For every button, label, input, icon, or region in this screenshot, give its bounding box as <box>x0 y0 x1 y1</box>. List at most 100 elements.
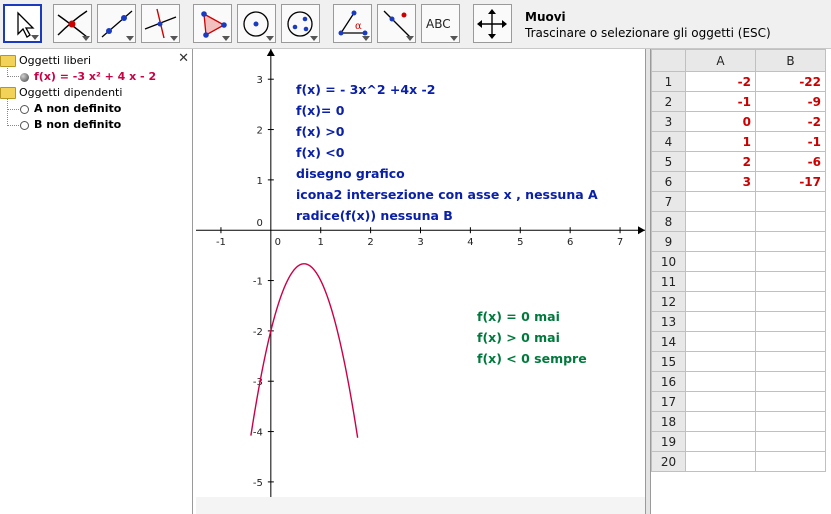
row-header[interactable]: 16 <box>651 371 686 392</box>
visibility-ball-icon[interactable] <box>20 72 29 82</box>
cell-b[interactable] <box>755 291 826 312</box>
algebra-item-function[interactable]: f(x) = -3 x² + 4 x - 2 <box>20 69 156 85</box>
text-tool-button[interactable]: ABC <box>421 4 460 43</box>
cell-a[interactable]: 3 <box>685 171 756 192</box>
algebra-item-point-b[interactable]: B non definito <box>20 117 121 133</box>
note-equal-zero[interactable]: f(x)= 0 <box>296 103 344 118</box>
x-tick-label: 7 <box>617 237 623 248</box>
reflect-tool-button[interactable] <box>377 4 416 43</box>
table-row: 3 0 -2 <box>651 111 826 132</box>
row-header[interactable]: 2 <box>651 91 686 112</box>
row-header[interactable]: 9 <box>651 231 686 252</box>
line-tool-button[interactable] <box>97 4 136 43</box>
note-never-positive[interactable]: f(x) > 0 mai <box>477 330 560 345</box>
row-header[interactable]: 7 <box>651 191 686 212</box>
table-row: 14 <box>651 331 826 352</box>
row-header[interactable]: 20 <box>651 451 686 472</box>
note-less-zero[interactable]: f(x) <0 <box>296 145 344 160</box>
cell-a[interactable] <box>685 231 756 252</box>
cell-b[interactable] <box>755 211 826 232</box>
cell-b[interactable]: -17 <box>755 171 826 192</box>
cell-b[interactable] <box>755 411 826 432</box>
polygon-tool-button[interactable] <box>193 4 232 43</box>
note-draw-graph[interactable]: disegno grafico <box>296 166 405 181</box>
cell-a[interactable] <box>685 331 756 352</box>
cell-b[interactable] <box>755 391 826 412</box>
row-header[interactable]: 6 <box>651 171 686 192</box>
cell-a[interactable] <box>685 351 756 372</box>
cell-a[interactable] <box>685 271 756 292</box>
close-icon[interactable]: ✕ <box>178 51 189 66</box>
cell-a[interactable] <box>685 291 756 312</box>
corner-cell[interactable] <box>651 49 686 72</box>
cell-a[interactable] <box>685 411 756 432</box>
y-tick-label: -2 <box>253 327 263 338</box>
row-header[interactable]: 18 <box>651 411 686 432</box>
cell-a[interactable] <box>685 251 756 272</box>
move-view-tool-button[interactable] <box>473 4 512 43</box>
cell-b[interactable] <box>755 431 826 452</box>
column-header[interactable]: A <box>685 49 756 72</box>
table-row: 9 <box>651 231 826 252</box>
cell-a[interactable] <box>685 211 756 232</box>
row-header[interactable]: 12 <box>651 291 686 312</box>
point-tool-button[interactable] <box>53 4 92 43</box>
algebra-item-point-a[interactable]: A non definito <box>20 101 121 117</box>
folder-free-objects[interactable]: Oggetti liberi <box>0 53 91 69</box>
column-header[interactable]: B <box>755 49 826 72</box>
cell-b[interactable] <box>755 191 826 212</box>
cell-b[interactable] <box>755 251 826 272</box>
row-header[interactable]: 5 <box>651 151 686 172</box>
folder-dependent-objects[interactable]: Oggetti dipendenti <box>0 85 122 101</box>
row-header[interactable]: 19 <box>651 431 686 452</box>
row-header[interactable]: 3 <box>651 111 686 132</box>
function-plot[interactable]: -1 0 1 2 3 4 5 6 7 3 2 1 0 -1 -2 -3 -4 -5 <box>196 49 645 497</box>
row-header[interactable]: 13 <box>651 311 686 332</box>
cell-a[interactable]: -2 <box>685 71 756 92</box>
cell-b[interactable] <box>755 231 826 252</box>
row-header[interactable]: 14 <box>651 331 686 352</box>
cell-b[interactable] <box>755 371 826 392</box>
hidden-ring-icon[interactable] <box>20 120 29 130</box>
conic-tool-button[interactable] <box>281 4 320 43</box>
cell-a[interactable] <box>685 371 756 392</box>
note-root[interactable]: radice(f(x)) nessuna B <box>296 208 453 223</box>
hidden-ring-icon[interactable] <box>20 104 29 114</box>
cell-b[interactable]: -22 <box>755 71 826 92</box>
row-header[interactable]: 17 <box>651 391 686 412</box>
cell-a[interactable] <box>685 451 756 472</box>
cell-b[interactable] <box>755 331 826 352</box>
cell-b[interactable]: -2 <box>755 111 826 132</box>
circle-tool-button[interactable] <box>237 4 276 43</box>
cell-b[interactable] <box>755 351 826 372</box>
cell-a[interactable]: 1 <box>685 131 756 152</box>
row-header[interactable]: 4 <box>651 131 686 152</box>
row-header[interactable]: 11 <box>651 271 686 292</box>
note-intersection[interactable]: icona2 intersezione con asse x , nessuna… <box>296 187 598 202</box>
row-header[interactable]: 8 <box>651 211 686 232</box>
row-header[interactable]: 1 <box>651 71 686 92</box>
cell-b[interactable] <box>755 271 826 292</box>
cell-a[interactable] <box>685 191 756 212</box>
note-greater-zero[interactable]: f(x) >0 <box>296 124 344 139</box>
row-header[interactable]: 15 <box>651 351 686 372</box>
cell-b[interactable] <box>755 451 826 472</box>
note-function[interactable]: f(x) = - 3x^2 +4x -2 <box>296 82 435 97</box>
row-header[interactable]: 10 <box>651 251 686 272</box>
note-always-negative[interactable]: f(x) < 0 sempre <box>477 351 587 366</box>
cell-b[interactable]: -9 <box>755 91 826 112</box>
perpendicular-tool-button[interactable] <box>141 4 180 43</box>
cell-b[interactable]: -6 <box>755 151 826 172</box>
cell-b[interactable] <box>755 311 826 332</box>
graphics-view[interactable]: -1 0 1 2 3 4 5 6 7 3 2 1 0 -1 -2 -3 -4 -5 f(x) = - 3x^2 +… <box>196 49 645 497</box>
note-never-zero[interactable]: f(x) = 0 mai <box>477 309 560 324</box>
cell-b[interactable]: -1 <box>755 131 826 152</box>
cell-a[interactable]: 0 <box>685 111 756 132</box>
angle-tool-button[interactable]: α <box>333 4 372 43</box>
move-tool-button[interactable] <box>3 4 42 43</box>
cell-a[interactable] <box>685 311 756 332</box>
cell-a[interactable]: 2 <box>685 151 756 172</box>
cell-a[interactable] <box>685 391 756 412</box>
cell-a[interactable]: -1 <box>685 91 756 112</box>
cell-a[interactable] <box>685 431 756 452</box>
